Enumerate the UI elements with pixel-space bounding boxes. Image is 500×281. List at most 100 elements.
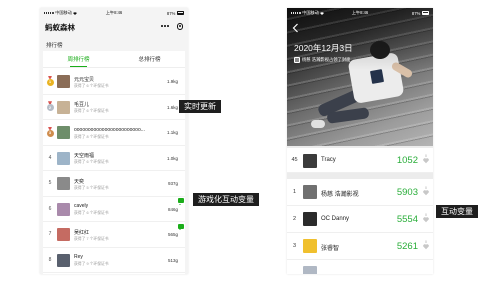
like-button[interactable]: 0 — [422, 186, 430, 196]
user-name: cavely — [74, 203, 89, 209]
leaderboard-row[interactable]: 2 毛豆儿 获得了 6 个环保证书 1.6kg — [43, 94, 185, 120]
like-button[interactable]: 0 — [422, 154, 430, 164]
certificate-count: 获得了 9 个环保证书 — [74, 262, 109, 266]
leaderboard-tabs: 周排行榜 总排行榜 — [43, 53, 185, 68]
battery-percent: 87% — [411, 10, 421, 16]
battery-icon — [176, 11, 184, 15]
avatar[interactable] — [57, 151, 70, 165]
battery-area: 87% — [360, 11, 429, 16]
tab-weekly[interactable]: 周排行榜 — [43, 53, 114, 67]
rank-cell: 1 — [45, 69, 55, 94]
rank-number: 1 — [292, 188, 297, 195]
like-button[interactable]: 0 — [422, 240, 430, 250]
user-name: 张睿智 — [321, 246, 340, 252]
rank-number: 7 — [48, 231, 52, 238]
cover-owner[interactable]: 杨慈 浩瀚影视占领了封面 — [294, 57, 350, 63]
rank-number: 2 — [292, 215, 297, 222]
certificate-count: 获得了 6 个环保证书 — [74, 160, 109, 164]
user-name: OC Danny — [321, 216, 350, 222]
leaderboard-row[interactable]: 2 OC Danny 5554 0 — [287, 206, 433, 233]
status-bar: 中国移动 上午8:46 87% — [40, 8, 188, 18]
wifi-icon — [320, 11, 325, 15]
avatar[interactable] — [303, 239, 317, 253]
avatar[interactable] — [57, 75, 70, 88]
certificate-count: 获得了 5 个环保证书 — [74, 185, 109, 190]
message-bubble-icon[interactable] — [178, 223, 184, 230]
rank-number: 8 — [48, 256, 52, 263]
leaderboard-row[interactable]: 1 杨慈 浩瀚影视 5903 0 — [287, 179, 433, 206]
leaderboard-row[interactable]: 8 Rey 获得了 9 个环保证书 513g — [43, 247, 185, 273]
close-circle-icon[interactable] — [176, 23, 183, 30]
energy-value: 565g — [167, 232, 178, 237]
avatar[interactable] — [57, 202, 70, 216]
rank-number: 2 — [49, 105, 51, 110]
heart-icon — [423, 158, 429, 164]
rank-number: 5 — [48, 180, 52, 187]
avatar[interactable] — [303, 185, 317, 199]
leaderboard-card: 周排行榜 总排行榜 1 元元宝贝 获得了 6 个环保证书 1.9kg 2 毛豆儿… — [43, 51, 185, 274]
heart-icon — [423, 244, 429, 250]
user-name: 杨慈 浩瀚影视 — [321, 192, 359, 198]
silver-medal-icon: 2 — [46, 104, 54, 112]
back-arrow-icon[interactable] — [292, 23, 299, 33]
rank-number: 45 — [291, 157, 298, 163]
certificate-count: 获得了 6 个环保证书 — [74, 83, 109, 88]
cover-date: 2020年12月3日 — [294, 43, 353, 53]
rank-number: 4 — [48, 154, 52, 161]
certificate-count: 获得了 6 个环保证书 — [74, 109, 109, 113]
user-name: Rey — [74, 254, 83, 260]
annotation-gamified-interaction: 游戏化互动变量 — [193, 193, 259, 206]
wifi-icon — [73, 11, 78, 15]
wechat-steps-screen: 中国移动 上午8:46 87% 2020年12月3日 杨慈 浩瀚影视占领了封面 … — [287, 8, 433, 274]
user-name: oooooooooooooooooooooooo... — [74, 126, 145, 133]
energy-value: 937g — [167, 181, 178, 186]
leaderboard-row[interactable]: 3 oooooooooooooooooooooooo... 获得了 8 个环保证… — [43, 120, 185, 146]
heart-icon — [423, 217, 429, 223]
avatar[interactable] — [57, 228, 70, 241]
avatar[interactable] — [57, 126, 70, 139]
avatar[interactable] — [57, 253, 70, 267]
avatar[interactable] — [303, 212, 317, 226]
page-title: 蚂蚁森林 — [45, 23, 75, 32]
step-count: 5261 — [396, 241, 418, 252]
avatar[interactable] — [303, 266, 317, 274]
cover-photo-shade — [287, 8, 433, 146]
signal-icon — [44, 12, 54, 14]
user-name: 天奕 — [74, 178, 85, 185]
rank-number: 6 — [48, 205, 52, 212]
section-title: 排行榜 — [46, 43, 63, 49]
my-rank-row[interactable]: 45 Tracy 1052 0 — [287, 148, 433, 173]
avatar[interactable] — [303, 153, 317, 168]
leaderboard-row[interactable]: 4 天空雨福 获得了 6 个环保证书 1.0kg — [43, 145, 185, 171]
avatar[interactable] — [57, 100, 70, 114]
rank-number: 3 — [49, 131, 51, 136]
mini-program-capsule — [160, 23, 183, 30]
rank-cell: 3 — [45, 120, 55, 145]
leaderboard-row[interactable]: 6 cavely 获得了 6 个环保证书 846g — [43, 196, 185, 222]
leaderboard-row[interactable]: 5 天奕 获得了 5 个环保证书 937g — [43, 171, 185, 197]
certificate-count: 获得了 6 个环保证书 — [74, 211, 109, 215]
step-count: 5554 — [396, 214, 418, 225]
message-bubble-icon[interactable] — [178, 198, 184, 205]
step-count: 1052 — [396, 155, 418, 166]
gold-medal-icon: 1 — [46, 78, 54, 86]
leaderboard-row[interactable]: 3 张睿智 5261 0 — [287, 233, 433, 260]
energy-value: 1.0kg — [166, 155, 178, 161]
step-count: 5903 — [396, 187, 418, 198]
user-name: 天空雨福 — [74, 153, 95, 159]
leaderboard-row[interactable]: 7 吴红红 获得了 7 个环保证书 565g — [43, 222, 185, 248]
heart-icon — [423, 190, 429, 196]
cover-photo — [287, 8, 433, 146]
battery-percent: 87% — [166, 10, 176, 16]
leaderboard-row[interactable]: 1 元元宝贝 获得了 6 个环保证书 1.9kg — [43, 69, 185, 95]
like-button[interactable]: 0 — [422, 213, 430, 223]
leaderboard-row-partial[interactable] — [287, 260, 433, 274]
tab-total[interactable]: 总排行榜 — [114, 53, 185, 67]
energy-value: 1.1kg — [166, 130, 178, 135]
battery-icon — [421, 11, 429, 15]
user-name: 毛豆儿 — [74, 102, 90, 108]
energy-value: 513g — [167, 257, 178, 263]
more-icon[interactable] — [160, 24, 169, 28]
avatar[interactable] — [57, 177, 70, 190]
rank-number: 1 — [49, 80, 51, 85]
